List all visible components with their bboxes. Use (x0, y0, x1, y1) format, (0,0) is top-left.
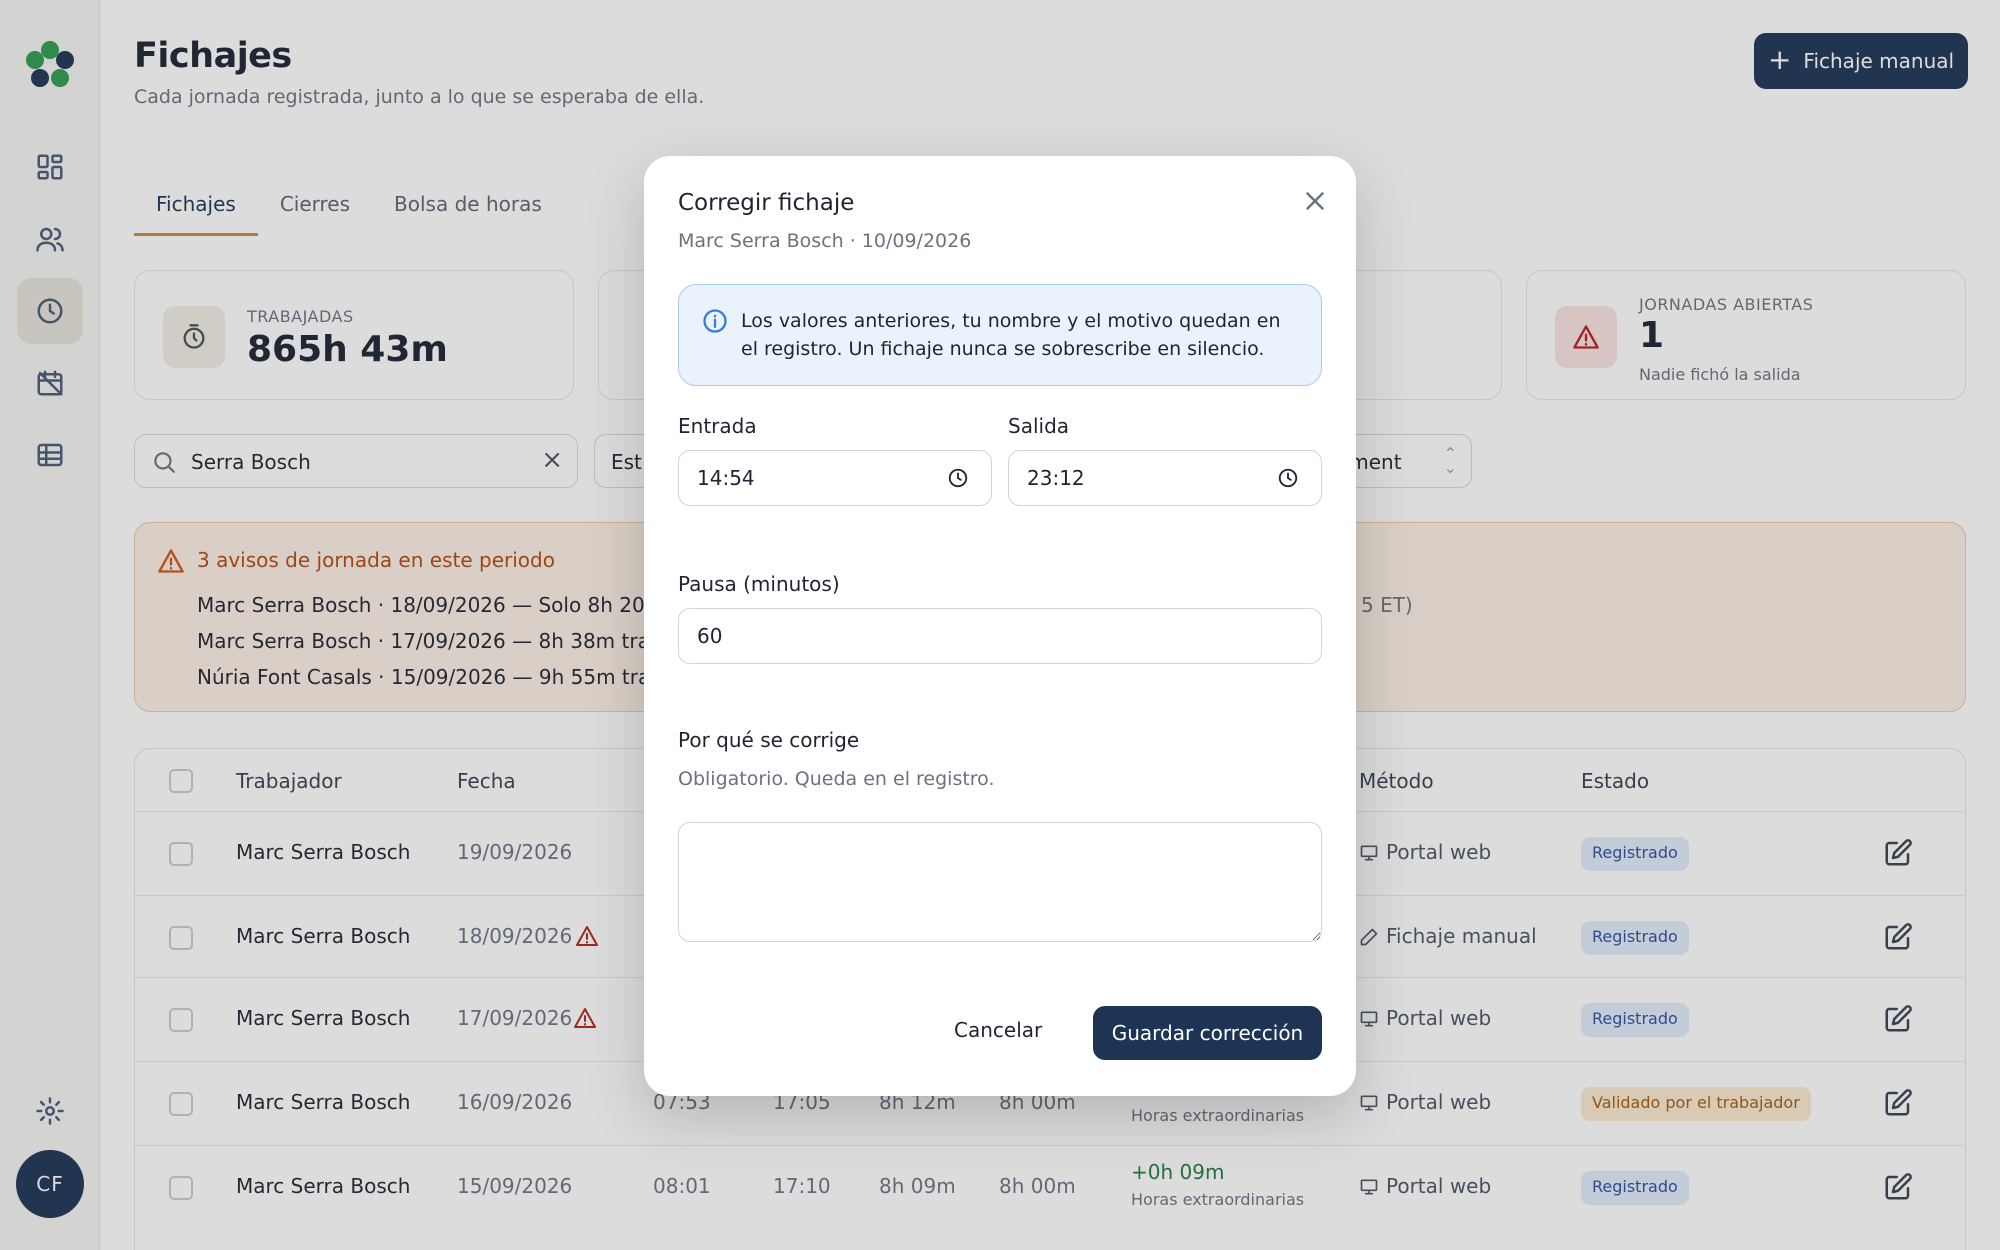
info-notice: Los valores anteriores, tu nombre y el m… (678, 284, 1322, 386)
pause-minutes-input[interactable] (678, 608, 1322, 664)
dialog-title: Corregir fichaje (678, 190, 855, 216)
info-icon (703, 309, 727, 333)
save-correction-button[interactable]: Guardar corrección (1093, 1006, 1322, 1060)
dialog-subtitle: Marc Serra Bosch · 10/09/2026 (678, 230, 972, 252)
entry-time-input[interactable] (678, 450, 992, 506)
close-icon (1306, 192, 1324, 210)
clock-icon[interactable] (1277, 467, 1299, 489)
exit-label: Salida (1008, 414, 1070, 438)
reason-textarea[interactable] (678, 822, 1322, 942)
close-button[interactable] (1300, 186, 1330, 216)
cancel-button[interactable]: Cancelar (954, 1018, 1042, 1042)
exit-time-input[interactable] (1008, 450, 1322, 506)
pause-label: Pausa (minutos) (678, 572, 840, 596)
info-text: Los valores anteriores, tu nombre y el m… (741, 310, 1281, 360)
correct-entry-dialog: Corregir fichaje Marc Serra Bosch · 10/0… (644, 156, 1356, 1096)
clock-icon[interactable] (947, 467, 969, 489)
reason-hint: Obligatorio. Queda en el registro. (678, 768, 995, 790)
entry-label: Entrada (678, 414, 757, 438)
reason-label: Por qué se corrige (678, 728, 860, 752)
